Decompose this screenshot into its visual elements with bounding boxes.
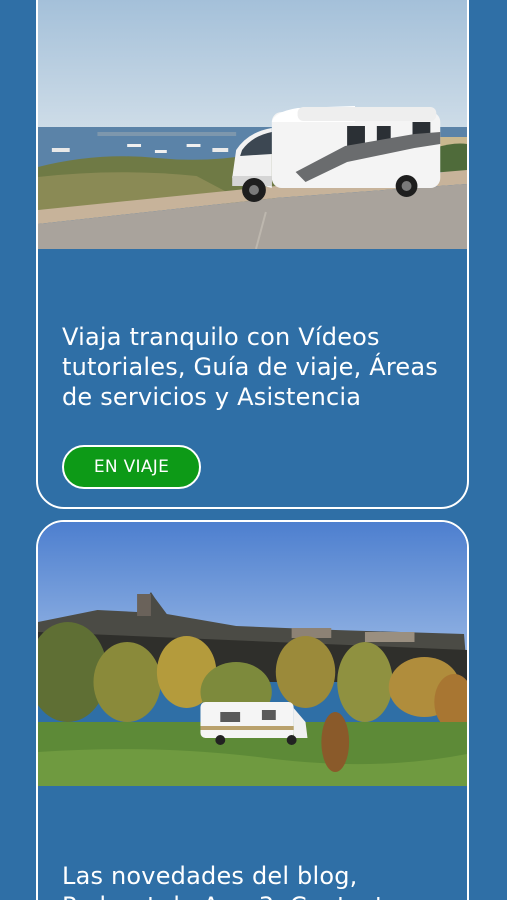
screen: Viaja tranquilo con Vídeos tutoriales, G… <box>0 0 507 900</box>
camper-van-in-countryside-photo <box>38 522 467 786</box>
card-en-viaje[interactable]: Viaja tranquilo con Vídeos tutoriales, G… <box>36 0 469 509</box>
card-en-viaje-description: Viaja tranquilo con Vídeos tutoriales, G… <box>62 323 438 411</box>
en-viaje-button[interactable]: EN VIAJE <box>62 445 201 489</box>
camper-van-by-the-sea-photo <box>38 0 467 249</box>
card-blog[interactable]: Las novedades del blog, Podcast de Aroa3… <box>36 520 469 900</box>
card-blog-description: Las novedades del blog, Podcast de Aroa3… <box>62 862 399 900</box>
